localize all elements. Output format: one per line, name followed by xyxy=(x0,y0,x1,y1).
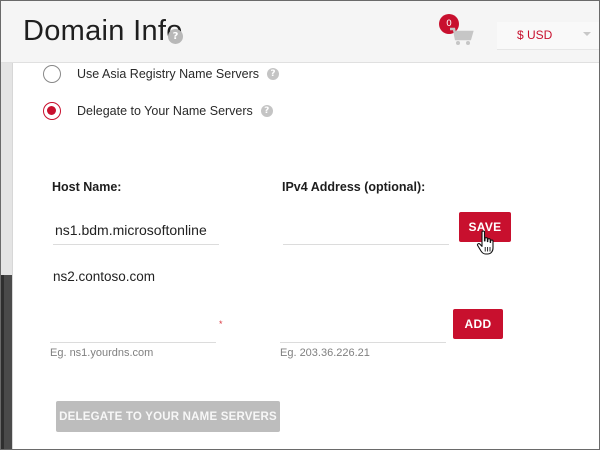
host-name-input-1[interactable] xyxy=(53,215,219,245)
option-label: Use Asia Registry Name Servers xyxy=(77,67,260,81)
host-name-value-2: ns2.contoso.com xyxy=(53,269,156,284)
option-delegate-name-servers[interactable]: Delegate to Your Name Servers ? xyxy=(43,101,273,121)
page-title: Domain Info xyxy=(23,15,183,47)
question-circle-icon[interactable]: ? xyxy=(267,68,280,80)
question-circle-icon[interactable]: ? xyxy=(260,105,273,117)
window-frame: Domain Info ? 0 $ USD Use Asia Registry … xyxy=(0,0,600,450)
option-asia-registry-name-servers[interactable]: Use Asia Registry Name Servers ? xyxy=(43,64,280,84)
cart-icon[interactable] xyxy=(448,23,474,47)
chevron-down-icon xyxy=(583,32,591,36)
radio-delegate-name-servers[interactable] xyxy=(43,102,61,120)
new-host-name-input[interactable] xyxy=(50,311,216,343)
left-panel-dark-edge-inner xyxy=(1,275,4,449)
hand-pointer-icon xyxy=(476,230,494,255)
delegate-to-your-name-servers-button[interactable]: DELEGATE TO YOUR NAME SERVERS xyxy=(56,401,280,432)
option-label: Delegate to Your Name Servers xyxy=(77,104,253,118)
currency-label: $ USD xyxy=(517,28,553,42)
required-marker: * xyxy=(219,319,223,329)
ipv4-address-label: IPv4 Address (optional): xyxy=(282,180,426,194)
left-panel-edge xyxy=(1,63,12,449)
currency-selector[interactable]: $ USD xyxy=(497,22,599,50)
ipv4-address-hint: Eg. 203.36.226.21 xyxy=(280,347,370,359)
radio-asia-registry[interactable] xyxy=(43,65,61,83)
add-button[interactable]: ADD xyxy=(453,309,503,339)
domain-info-form: Use Asia Registry Name Servers ? Delegat… xyxy=(12,63,599,449)
ipv4-address-input-1[interactable] xyxy=(283,215,449,245)
page-header: Domain Info ? 0 $ USD xyxy=(1,1,599,63)
host-name-label: Host Name: xyxy=(52,180,122,194)
host-name-hint: Eg. ns1.yourdns.com xyxy=(50,347,154,359)
question-circle-icon[interactable]: ? xyxy=(168,29,183,44)
new-ipv4-address-input[interactable] xyxy=(280,311,446,343)
